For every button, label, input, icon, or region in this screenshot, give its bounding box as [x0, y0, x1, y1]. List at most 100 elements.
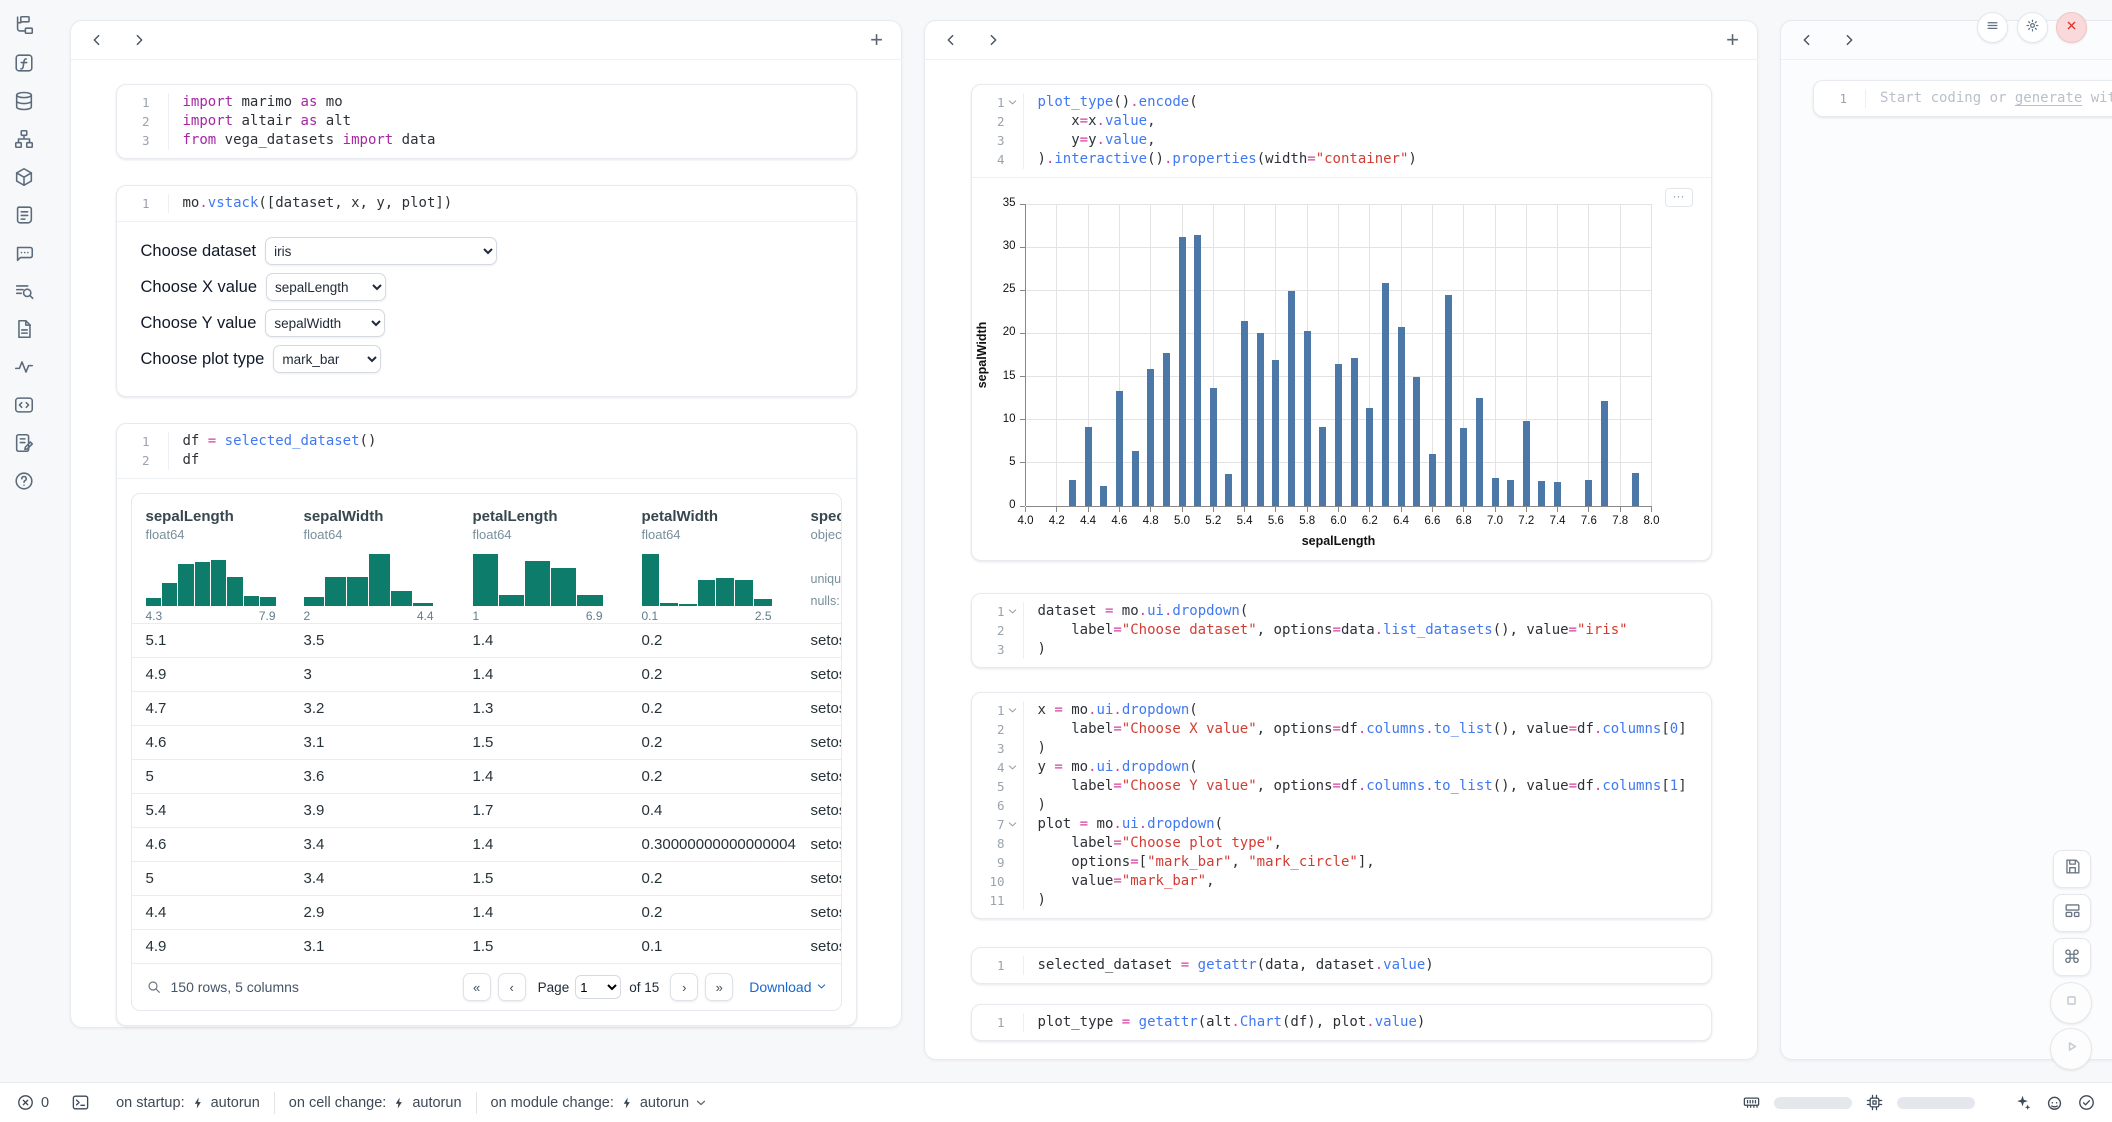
- choose-dataset-select[interactable]: iris: [265, 237, 497, 265]
- save-button[interactable]: [2053, 850, 2091, 888]
- table-row[interactable]: 4.73.21.30.2setos: [132, 691, 841, 725]
- column-next-button[interactable]: [985, 32, 1001, 48]
- shortcuts-button[interactable]: ⌘: [2053, 938, 2091, 976]
- first-page-button[interactable]: «: [463, 973, 491, 1001]
- sparkle-ai-icon[interactable]: [2013, 1093, 2032, 1112]
- ai-chat-icon[interactable]: [13, 242, 35, 264]
- copilot-icon[interactable]: [2045, 1093, 2064, 1112]
- runtime-config-item[interactable]: on cell change:autorun: [289, 1095, 462, 1111]
- code-placeholder[interactable]: Start coding or generate with: [1866, 89, 2112, 108]
- last-page-button[interactable]: »: [705, 973, 733, 1001]
- cell-imports[interactable]: 1import marimo as mo2import altair as al…: [116, 84, 857, 159]
- table-column-header[interactable]: sepalLengthfloat644.37.9: [132, 508, 290, 623]
- scratchpad-icon[interactable]: [13, 432, 35, 454]
- add-cell-button[interactable]: +: [1726, 30, 1739, 50]
- dependency-graph-icon[interactable]: [13, 128, 35, 150]
- cell-selected-dataset[interactable]: 1selected_dataset = getattr(data, datase…: [971, 947, 1712, 984]
- icon-rail: [0, 14, 48, 492]
- table-column-header[interactable]: petalWidthfloat640.12.5: [628, 508, 797, 623]
- download-button[interactable]: Download: [749, 979, 826, 995]
- column-prev-button[interactable]: [943, 32, 959, 48]
- add-cell-button[interactable]: +: [870, 30, 883, 50]
- runtime-config-item[interactable]: on startup:autorun: [116, 1095, 260, 1111]
- table-column-header[interactable]: sepalWidthfloat6424.4: [290, 508, 459, 623]
- table-row[interactable]: 4.93.11.50.1setos: [132, 929, 841, 963]
- help-icon[interactable]: [13, 470, 35, 492]
- settings-button[interactable]: [2017, 12, 2048, 43]
- prev-page-button[interactable]: ‹: [498, 973, 526, 1001]
- plot-type-code[interactable]: 1plot_type = getattr(alt.Chart(df), plot…: [972, 1005, 1711, 1040]
- fold-chevron-icon[interactable]: [1007, 762, 1018, 773]
- choose-y-value-select[interactable]: sepalWidth: [265, 309, 385, 337]
- stop-button[interactable]: [2050, 982, 2092, 1024]
- table-row[interactable]: 53.61.40.2setos: [132, 759, 841, 793]
- selected-dataset-code[interactable]: 1selected_dataset = getattr(data, datase…: [972, 948, 1711, 983]
- table-row[interactable]: 53.41.50.2setos: [132, 861, 841, 895]
- terminal-icon[interactable]: [71, 1093, 90, 1112]
- run-button[interactable]: [2050, 1028, 2092, 1070]
- logs-icon[interactable]: [13, 204, 35, 226]
- documentation-icon[interactable]: [13, 318, 35, 340]
- imports-code[interactable]: 1import marimo as mo2import altair as al…: [117, 85, 856, 158]
- chart-code[interactable]: 1plot_type().encode(2 x=x.value,3 y=y.va…: [972, 85, 1711, 177]
- cell-chart[interactable]: 1plot_type().encode(2 x=x.value,3 y=y.va…: [971, 84, 1712, 561]
- layout-button[interactable]: [2053, 894, 2091, 932]
- shutdown-button[interactable]: [2056, 12, 2087, 43]
- cell-dataset-dropdown[interactable]: 1dataset = mo.ui.dropdown(2 label="Choos…: [971, 593, 1712, 668]
- error-counter[interactable]: 0: [16, 1093, 49, 1112]
- table-column-header[interactable]: petalLengthfloat6416.9: [459, 508, 628, 623]
- search-icon[interactable]: [146, 979, 162, 995]
- table-row[interactable]: 5.43.91.70.4setos: [132, 793, 841, 827]
- data-sources-icon[interactable]: [13, 90, 35, 112]
- choose-x-value-select[interactable]: sepalLength: [266, 273, 386, 301]
- file-explorer-icon[interactable]: [13, 14, 35, 36]
- column-next-button[interactable]: [131, 32, 147, 48]
- fold-chevron-icon[interactable]: [1007, 606, 1018, 617]
- next-page-button[interactable]: ›: [670, 973, 698, 1001]
- dataframe-code[interactable]: 1df = selected_dataset()2df: [117, 424, 856, 478]
- column-prev-button[interactable]: [89, 32, 105, 48]
- lightning-icon: [620, 1096, 634, 1110]
- vstack-code[interactable]: 1mo.vstack([dataset, x, y, plot]): [117, 186, 856, 221]
- choose-plot-type-select[interactable]: mark_bar: [273, 345, 381, 373]
- page-select[interactable]: 1: [575, 975, 621, 999]
- table-row[interactable]: 4.63.41.40.30000000000000004setos: [132, 827, 841, 861]
- fold-chevron-icon[interactable]: [1007, 705, 1018, 716]
- table-row[interactable]: 4.42.91.40.2setos: [132, 895, 841, 929]
- column-prev-button[interactable]: [1799, 32, 1815, 48]
- cell-plot-type[interactable]: 1plot_type = getattr(alt.Chart(df), plot…: [971, 1004, 1712, 1041]
- middle-column: + 1plot_type().encode(2 x=x.value,3 y=y.…: [924, 20, 1758, 1060]
- column-next-button[interactable]: [1841, 32, 1857, 48]
- ram-usage-meter: [1774, 1097, 1852, 1109]
- runtime-config-item[interactable]: on module change:autorun: [491, 1095, 708, 1111]
- connection-check-icon[interactable]: [2077, 1093, 2096, 1112]
- cell-empty[interactable]: 1 Start coding or generate with: [1813, 80, 2112, 117]
- tracebacks-icon[interactable]: [13, 356, 35, 378]
- chart-bar: [1194, 235, 1201, 506]
- cell-dataframe[interactable]: 1df = selected_dataset()2df sepalLengthf…: [116, 423, 857, 1026]
- snippets-icon[interactable]: [13, 394, 35, 416]
- table-row[interactable]: 5.13.51.40.2setos: [132, 623, 841, 657]
- menu-button[interactable]: [1977, 12, 2008, 43]
- chart-actions-button[interactable]: ···: [1665, 188, 1693, 207]
- cell-vstack[interactable]: 1mo.vstack([dataset, x, y, plot]) Choose…: [116, 185, 857, 397]
- altair-chart[interactable]: 4.04.24.44.64.85.05.25.45.65.86.06.26.46…: [1026, 204, 1652, 506]
- chart-bar: [1492, 478, 1499, 506]
- chart-bar: [1445, 295, 1452, 506]
- generate-link[interactable]: generate: [2015, 90, 2082, 106]
- dropdown-row: Choose X valuesepalLength: [141, 272, 832, 302]
- y-tick-label: 10: [990, 413, 1016, 425]
- fold-chevron-icon[interactable]: [1007, 819, 1018, 830]
- variables-icon[interactable]: [13, 52, 35, 74]
- controls-code[interactable]: 1x = mo.ui.dropdown(2 label="Choose X va…: [972, 693, 1711, 918]
- table-column-header[interactable]: speciobjecuniqunulls:: [797, 508, 841, 623]
- fold-chevron-icon[interactable]: [1007, 97, 1018, 108]
- empty-cell-code[interactable]: 1 Start coding or generate with: [1814, 81, 2112, 116]
- packages-icon[interactable]: [13, 166, 35, 188]
- table-row[interactable]: 4.63.11.50.2setos: [132, 725, 841, 759]
- table-row[interactable]: 4.931.40.2setos: [132, 657, 841, 691]
- dataset-dropdown-code[interactable]: 1dataset = mo.ui.dropdown(2 label="Choos…: [972, 594, 1711, 667]
- cell-controls[interactable]: 1x = mo.ui.dropdown(2 label="Choose X va…: [971, 692, 1712, 919]
- line-number: 1: [142, 93, 150, 112]
- search-logs-icon[interactable]: [13, 280, 35, 302]
